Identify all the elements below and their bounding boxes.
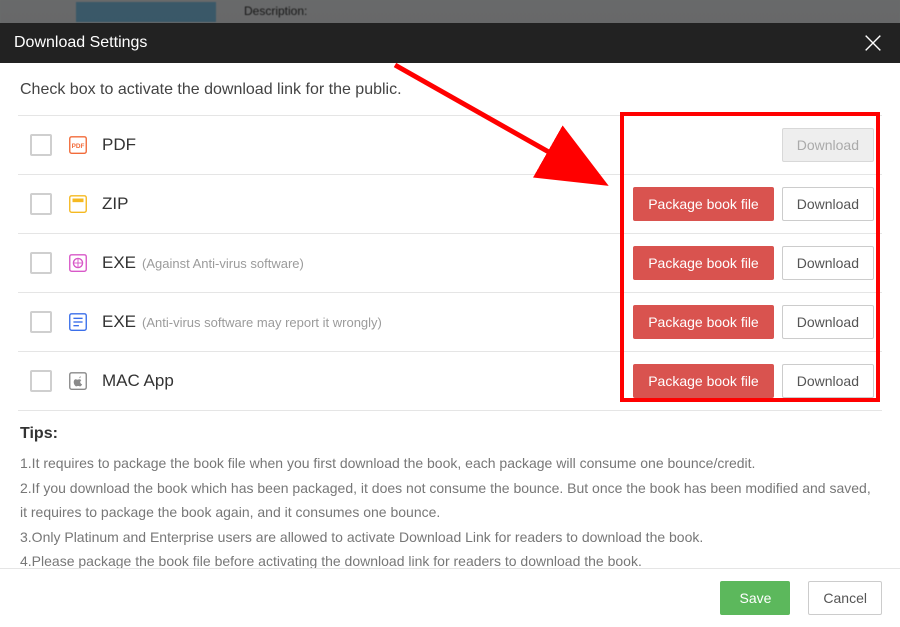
- package-button-exe-against-av[interactable]: Package book file: [633, 246, 774, 280]
- instruction-text: Check box to activate the download link …: [20, 81, 882, 99]
- option-row-exe-may-flag: EXE (Anti-virus software may report it w…: [18, 293, 882, 352]
- close-icon: [862, 32, 884, 54]
- dialog-footer: Save Cancel: [0, 568, 900, 627]
- option-label: ZIP: [102, 194, 128, 214]
- exe-icon: [66, 251, 90, 275]
- zip-icon: [66, 192, 90, 216]
- download-options-list: PDF PDF Download ZIP Package book file: [18, 115, 882, 411]
- tip-item: 1.It requires to package the book file w…: [20, 451, 880, 476]
- checkbox-pdf[interactable]: [30, 134, 52, 156]
- option-sub-text: (Anti-virus software may report it wrong…: [142, 315, 382, 330]
- checkbox-exe-may-flag[interactable]: [30, 311, 52, 333]
- option-label: PDF: [102, 135, 136, 155]
- close-button[interactable]: [860, 30, 886, 56]
- package-button-exe-may-flag[interactable]: Package book file: [633, 305, 774, 339]
- tips-list: 1.It requires to package the book file w…: [20, 451, 880, 568]
- dialog-title: Download Settings: [14, 34, 147, 52]
- exe-doc-icon: [66, 310, 90, 334]
- apple-icon: [66, 369, 90, 393]
- tip-item: 4.Please package the book file before ac…: [20, 549, 880, 568]
- download-button-exe-against-av[interactable]: Download: [782, 246, 874, 280]
- option-row-mac: MAC App Package book file Download: [18, 352, 882, 411]
- option-row-exe-against-av: EXE (Against Anti-virus software) Packag…: [18, 234, 882, 293]
- option-row-zip: ZIP Package book file Download: [18, 175, 882, 234]
- package-button-zip[interactable]: Package book file: [633, 187, 774, 221]
- option-label-text: PDF: [102, 135, 136, 155]
- option-label: MAC App: [102, 371, 174, 391]
- option-label-text: EXE: [102, 312, 136, 332]
- option-label: EXE (Against Anti-virus software): [102, 253, 304, 273]
- option-sub-text: (Against Anti-virus software): [142, 256, 304, 271]
- download-settings-dialog: Download Settings Check box to activate …: [0, 23, 900, 627]
- option-label-text: MAC App: [102, 371, 174, 391]
- checkbox-zip[interactable]: [30, 193, 52, 215]
- package-button-mac[interactable]: Package book file: [633, 364, 774, 398]
- checkbox-exe-against-av[interactable]: [30, 252, 52, 274]
- download-button-pdf[interactable]: Download: [782, 128, 874, 162]
- checkbox-mac[interactable]: [30, 370, 52, 392]
- download-button-mac[interactable]: Download: [782, 364, 874, 398]
- option-label: EXE (Anti-virus software may report it w…: [102, 312, 382, 332]
- tip-item: 3.Only Platinum and Enterprise users are…: [20, 525, 880, 550]
- tips-heading: Tips:: [20, 425, 882, 443]
- option-label-text: EXE: [102, 253, 136, 273]
- tip-item: 2.If you download the book which has bee…: [20, 476, 880, 525]
- dialog-body: Check box to activate the download link …: [0, 63, 900, 568]
- save-button[interactable]: Save: [720, 581, 790, 615]
- download-button-exe-may-flag[interactable]: Download: [782, 305, 874, 339]
- option-label-text: ZIP: [102, 194, 128, 214]
- option-row-pdf: PDF PDF Download: [18, 116, 882, 175]
- cancel-button[interactable]: Cancel: [808, 581, 882, 615]
- download-button-zip[interactable]: Download: [782, 187, 874, 221]
- dialog-header: Download Settings: [0, 23, 900, 63]
- pdf-icon: PDF: [66, 133, 90, 157]
- svg-text:PDF: PDF: [72, 143, 85, 150]
